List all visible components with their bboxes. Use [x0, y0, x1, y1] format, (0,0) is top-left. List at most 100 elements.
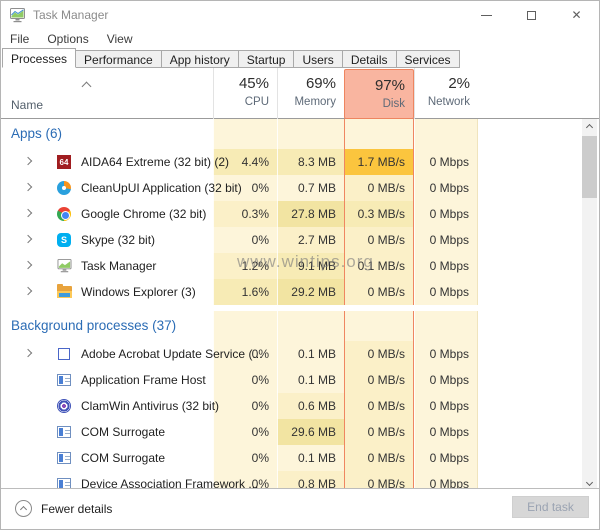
- disk-cell: 0.3 MB/s: [344, 201, 414, 227]
- section-header: Apps (6): [1, 119, 584, 149]
- memory-cell: 29.6 MB: [277, 419, 344, 445]
- process-row[interactable]: 0% 0.6 MB 0 MB/s 0 Mbps ClamWin Antivirus (3…: [1, 393, 584, 419]
- network-cell: 0 Mbps: [414, 367, 478, 393]
- menu-file[interactable]: File: [10, 32, 29, 46]
- process-row[interactable]: 0% 0.1 MB 0 MB/s 0 Mbps Adobe Acrobat Update…: [1, 341, 584, 367]
- memory-cell: 0.7 MB: [277, 175, 344, 201]
- process-table: Apps (6) 4.4% 8.3 MB 1.7 MB/s 0 Mbps 64 AIDA64…: [1, 119, 584, 490]
- menu-options[interactable]: Options: [47, 32, 88, 46]
- process-name: Skype (32 bit): [81, 233, 156, 247]
- process-row[interactable]: 0.3% 27.8 MB 0.3 MB/s 0 Mbps Google Chrome (…: [1, 201, 584, 227]
- column-memory[interactable]: 69% Memory: [277, 68, 344, 119]
- expand-chevron-icon[interactable]: [23, 260, 33, 270]
- tab-details[interactable]: Details: [342, 50, 397, 68]
- menu-bar: File Options View: [1, 29, 599, 48]
- process-name: Windows Explorer (3): [81, 285, 196, 299]
- task-manager-window: Task Manager ✕ File Options View Process…: [0, 0, 600, 530]
- process-row[interactable]: 1.2% 9.1 MB 0.1 MB/s 0 Mbps Task Manager: [1, 253, 584, 279]
- cpu-cell: [213, 119, 277, 149]
- column-cpu[interactable]: 45% CPU: [213, 68, 277, 119]
- network-cell: 0 Mbps: [414, 279, 478, 305]
- cpu-cell: 0%: [213, 419, 277, 445]
- process-row[interactable]: 0% 0.7 MB 0 MB/s 0 Mbps CleanUpUI Applicatio…: [1, 175, 584, 201]
- scrollbar-thumb[interactable]: [582, 136, 597, 198]
- memory-total: 69%: [305, 75, 336, 92]
- tab-startup[interactable]: Startup: [238, 50, 295, 68]
- disk-cell: 0.1 MB/s: [344, 253, 414, 279]
- app-window-icon: [56, 424, 72, 440]
- app-window-icon: [56, 450, 72, 466]
- column-disk[interactable]: 97% Disk: [344, 69, 414, 119]
- process-name: Google Chrome (32 bit): [81, 207, 207, 221]
- process-name: Task Manager: [81, 259, 157, 273]
- network-label: Network: [427, 96, 470, 108]
- network-cell: [414, 119, 478, 149]
- minimize-icon: [481, 14, 492, 16]
- fewer-details-toggle[interactable]: Fewer details: [15, 500, 112, 517]
- network-total: 2%: [448, 75, 470, 92]
- cpu-cell: 0%: [213, 227, 277, 253]
- cpu-cell: 0%: [213, 367, 277, 393]
- expand-chevron-icon[interactable]: [23, 286, 33, 296]
- network-cell: 0 Mbps: [414, 227, 478, 253]
- cpu-cell: 0%: [213, 445, 277, 471]
- menu-view[interactable]: View: [107, 32, 133, 46]
- process-name: ClamWin Antivirus (32 bit): [81, 399, 220, 413]
- expand-chevron-icon[interactable]: [23, 234, 33, 244]
- network-cell: 0 Mbps: [414, 201, 478, 227]
- process-row[interactable]: 0% 0.1 MB 0 MB/s 0 Mbps COM Surrogate: [1, 445, 584, 471]
- tab-services[interactable]: Services: [396, 50, 460, 68]
- column-name[interactable]: Name: [11, 98, 43, 112]
- network-cell: 0 Mbps: [414, 445, 478, 471]
- memory-cell: 2.7 MB: [277, 227, 344, 253]
- tab-processes[interactable]: Processes: [2, 48, 77, 68]
- process-name: CleanUpUI Application (32 bit): [81, 181, 242, 195]
- cpu-total: 45%: [238, 75, 269, 92]
- memory-cell: 9.1 MB: [277, 253, 344, 279]
- network-cell: 0 Mbps: [414, 419, 478, 445]
- disk-cell: [344, 119, 414, 149]
- expand-chevron-icon[interactable]: [23, 182, 33, 192]
- tab-app-history[interactable]: App history: [161, 50, 239, 68]
- expand-chevron-icon[interactable]: [23, 348, 33, 358]
- process-row[interactable]: 1.6% 29.2 MB 0 MB/s 0 Mbps Windows Explorer …: [1, 279, 584, 305]
- scroll-up-button[interactable]: [582, 119, 597, 135]
- chevron-up-icon: [585, 123, 594, 131]
- column-network[interactable]: 2% Network: [414, 68, 478, 119]
- expand-chevron-icon[interactable]: [23, 208, 33, 218]
- memory-cell: 29.2 MB: [277, 279, 344, 305]
- chevron-up-icon: [19, 505, 28, 514]
- task-manager-icon: [10, 7, 25, 22]
- minimize-button[interactable]: [464, 1, 509, 29]
- process-name: AIDA64 Extreme (32 bit) (2): [81, 155, 230, 169]
- maximize-button[interactable]: [509, 1, 554, 29]
- process-name: COM Surrogate: [81, 425, 166, 439]
- process-name: Adobe Acrobat Update Service (...: [81, 347, 263, 361]
- expand-chevron-icon[interactable]: [23, 156, 33, 166]
- process-row[interactable]: 0% 29.6 MB 0 MB/s 0 Mbps COM Surrogate: [1, 419, 584, 445]
- maximize-icon: [527, 10, 536, 20]
- section-label: Apps (6): [11, 126, 63, 141]
- process-row[interactable]: 0% 2.7 MB 0 MB/s 0 Mbps S Skype (32 bit): [1, 227, 584, 253]
- scrollbar[interactable]: [582, 119, 597, 490]
- disk-total: 97%: [374, 77, 405, 94]
- memory-cell: 0.6 MB: [277, 393, 344, 419]
- title-bar: Task Manager ✕: [1, 1, 599, 29]
- disk-cell: [344, 311, 414, 341]
- chevron-down-icon: [585, 478, 594, 486]
- cpu-cell: 1.2%: [213, 253, 277, 279]
- folder-icon: [56, 284, 72, 300]
- sort-ascending-icon: [81, 81, 92, 92]
- cleanupui-icon: [56, 180, 72, 196]
- memory-cell: 0.1 MB: [277, 445, 344, 471]
- network-cell: 0 Mbps: [414, 341, 478, 367]
- disk-cell: 0 MB/s: [344, 445, 414, 471]
- close-button[interactable]: ✕: [554, 1, 599, 29]
- process-row[interactable]: 0% 0.1 MB 0 MB/s 0 Mbps Application Frame Ho…: [1, 367, 584, 393]
- end-task-button[interactable]: End task: [512, 496, 589, 518]
- adobe-icon: [56, 346, 72, 362]
- tab-users[interactable]: Users: [294, 50, 343, 68]
- network-cell: [414, 311, 478, 341]
- tab-performance[interactable]: Performance: [76, 50, 162, 68]
- process-row[interactable]: 4.4% 8.3 MB 1.7 MB/s 0 Mbps 64 AIDA64 Extreme…: [1, 149, 584, 175]
